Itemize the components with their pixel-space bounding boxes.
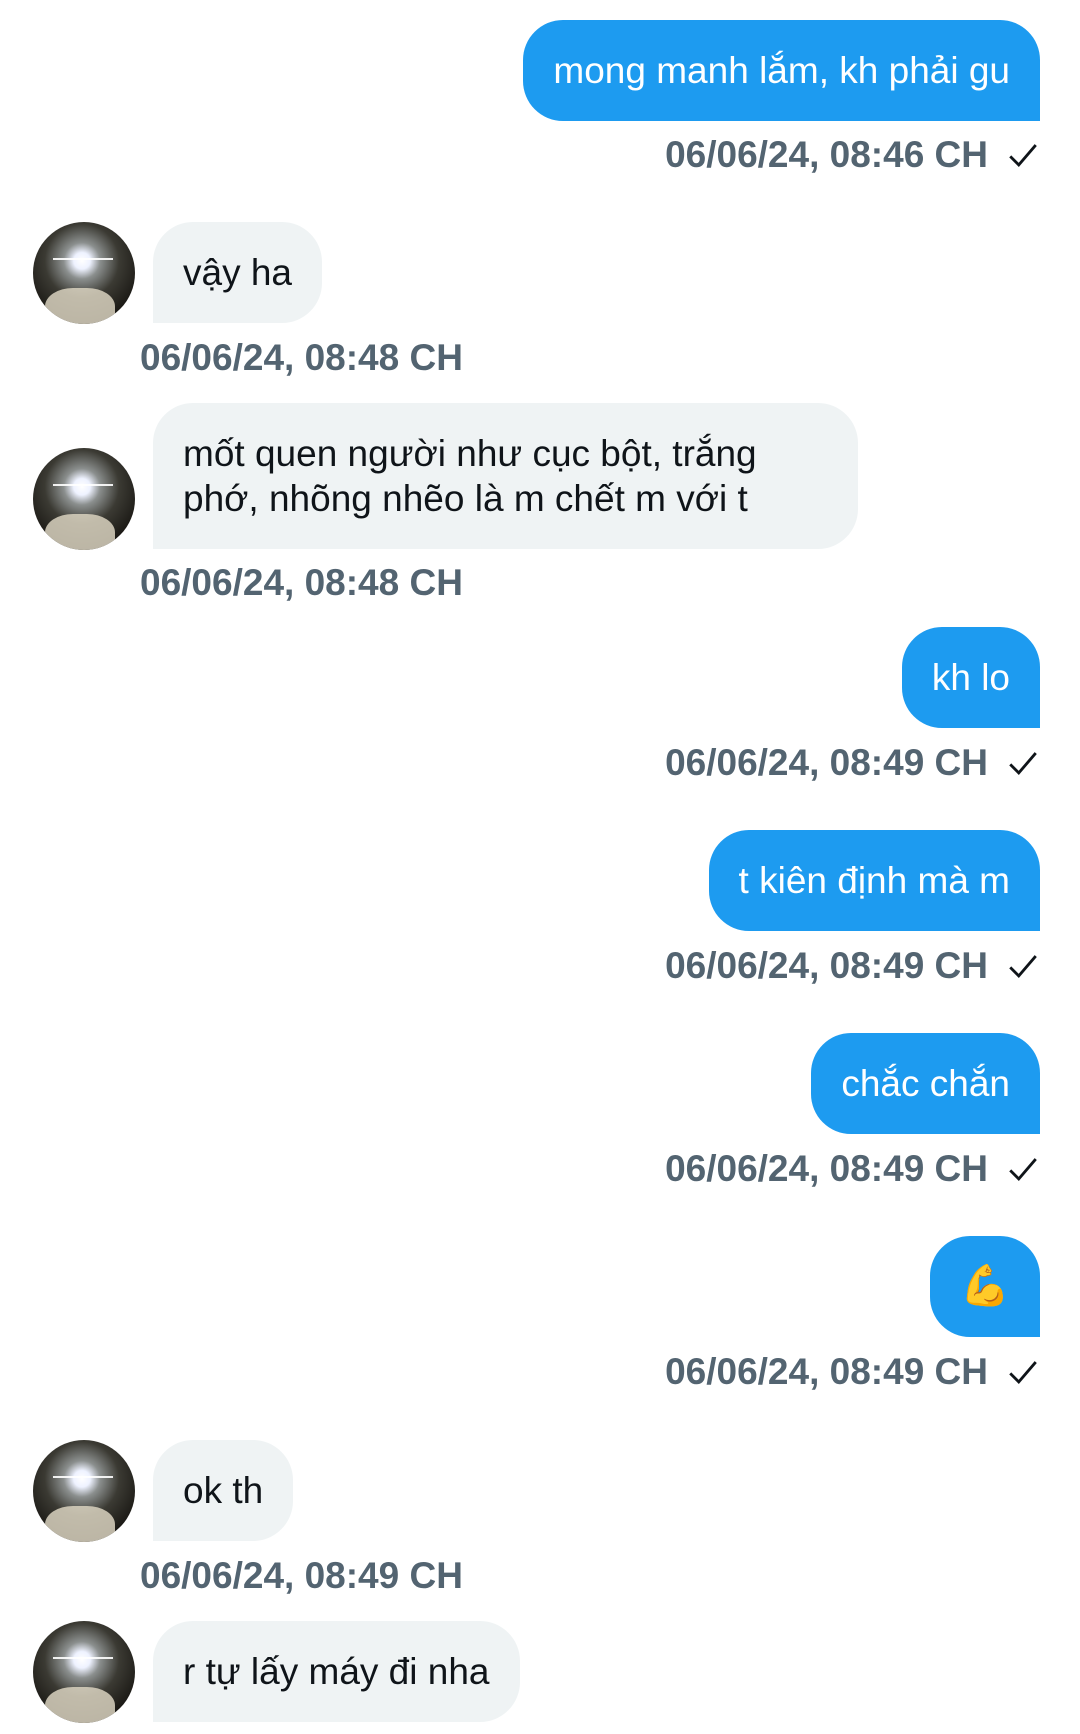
message-bubble-outgoing[interactable]: t kiên định mà m bbox=[708, 830, 1040, 931]
flexed-biceps-icon: 💪 bbox=[960, 1264, 1010, 1308]
avatar-photo bbox=[53, 1657, 113, 1659]
message-bubble-outgoing[interactable]: chắc chắn bbox=[811, 1033, 1040, 1134]
message-bubble-outgoing[interactable]: mong manh lắm, kh phải gu bbox=[523, 20, 1040, 121]
message-bubble-incoming[interactable]: r tự lấy máy đi nha bbox=[153, 1621, 520, 1722]
avatar-photo bbox=[53, 1476, 113, 1478]
message-timestamp: 06/06/24, 08:49 CH bbox=[665, 943, 1040, 989]
message-text: ok th bbox=[183, 1470, 264, 1511]
check-icon bbox=[1009, 955, 1037, 979]
message-timestamp: 06/06/24, 08:46 CH bbox=[665, 132, 1040, 178]
message-text: mốt quen người như cục bột, trắng phớ, n… bbox=[183, 433, 757, 519]
check-icon bbox=[1009, 1158, 1037, 1182]
message-text: vậy ha bbox=[183, 252, 293, 293]
check-icon bbox=[1009, 144, 1037, 168]
message-bubble-outgoing[interactable]: 💪 bbox=[930, 1236, 1040, 1337]
contact-avatar[interactable] bbox=[33, 222, 135, 324]
message-timestamp: 06/06/24, 08:49 CH bbox=[140, 1555, 463, 1596]
message-text: mong manh lắm, kh phải gu bbox=[553, 50, 1010, 91]
message-bubble-incoming[interactable]: vậy ha bbox=[153, 222, 323, 323]
message-timestamp: 06/06/24, 08:49 CH bbox=[665, 1146, 1040, 1192]
message-bubble-incoming[interactable]: mốt quen người như cục bột, trắng phớ, n… bbox=[153, 403, 858, 549]
message-bubble-incoming[interactable]: ok th bbox=[153, 1440, 294, 1541]
message-bubble-outgoing[interactable]: kh lo bbox=[901, 627, 1040, 728]
contact-avatar[interactable] bbox=[33, 1440, 135, 1542]
contact-avatar[interactable] bbox=[33, 1621, 135, 1723]
message-timestamp: 06/06/24, 08:49 CH bbox=[665, 1349, 1040, 1395]
message-timestamp: 06/06/24, 08:48 CH bbox=[140, 562, 463, 603]
message-text: chắc chắn bbox=[841, 1063, 1010, 1104]
message-timestamp: 06/06/24, 08:48 CH bbox=[140, 337, 463, 378]
message-text: t kiên định mà m bbox=[738, 860, 1010, 901]
message-timestamp: 06/06/24, 08:49 CH bbox=[665, 740, 1040, 786]
check-icon bbox=[1009, 1361, 1037, 1385]
avatar-photo bbox=[53, 258, 113, 260]
check-icon bbox=[1009, 752, 1037, 776]
message-text: kh lo bbox=[931, 657, 1010, 698]
avatar-photo bbox=[53, 484, 113, 486]
message-text: r tự lấy máy đi nha bbox=[183, 1651, 490, 1692]
contact-avatar[interactable] bbox=[33, 448, 135, 550]
